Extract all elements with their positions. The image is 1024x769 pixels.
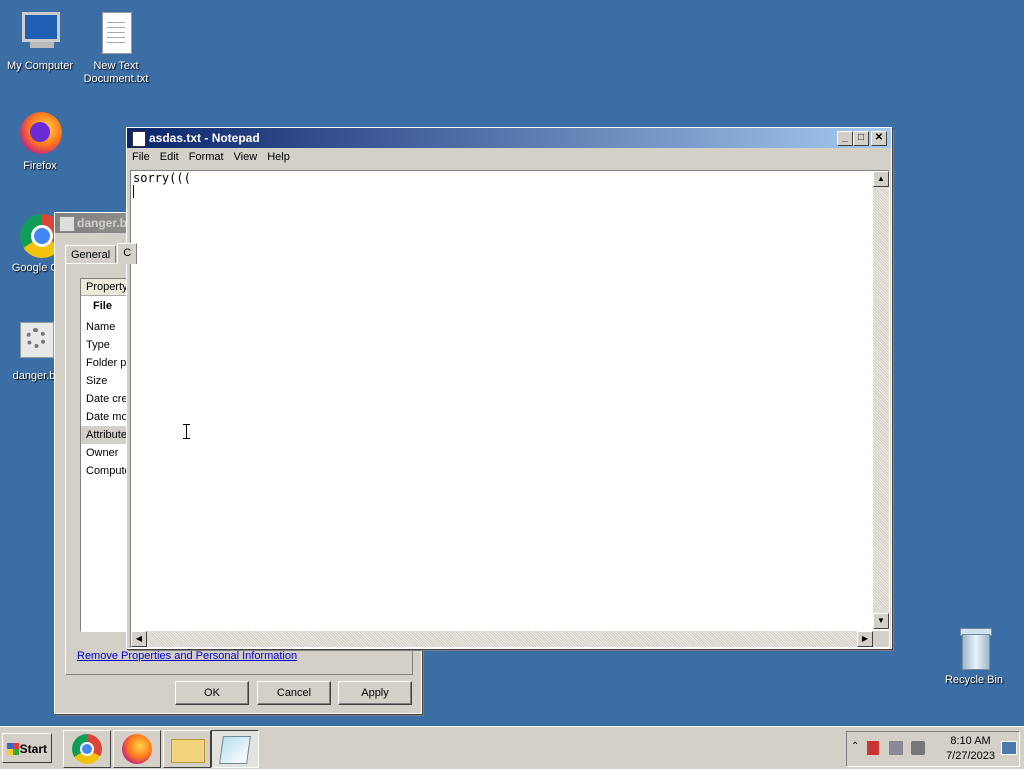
- action-center-flag-icon[interactable]: [867, 741, 879, 755]
- taskbar-explorer-button[interactable]: [163, 730, 211, 768]
- windows-logo-icon: [7, 743, 19, 755]
- network-icon[interactable]: [889, 741, 903, 755]
- system-tray: ⌃ 8:10 AM 7/27/2023: [846, 731, 1020, 767]
- close-button[interactable]: ✕: [871, 131, 887, 146]
- text-file-icon: [92, 10, 140, 58]
- horizontal-scrollbar[interactable]: ◀ ▶: [131, 631, 873, 647]
- notepad-title: asdas.txt - Notepad: [149, 131, 260, 145]
- taskbar-chrome-button[interactable]: [63, 730, 111, 768]
- desktop-icon-label: Recycle Bin: [944, 674, 1004, 686]
- scroll-right-arrow-icon[interactable]: ▶: [857, 631, 873, 647]
- properties-tabs: General C: [65, 243, 138, 264]
- maximize-button[interactable]: □: [853, 131, 869, 146]
- taskbar: Start ⌃ 8:10 AM 7/27/2023: [0, 726, 1024, 769]
- menu-format[interactable]: Format: [184, 148, 229, 167]
- folder-icon: [171, 739, 205, 763]
- menu-help[interactable]: Help: [262, 148, 295, 167]
- desktop-icon-new-text-document[interactable]: New Text Document.txt: [76, 10, 156, 86]
- menu-bar: File Edit Format View Help: [127, 148, 891, 167]
- desktop-icon-label: Firefox: [23, 160, 57, 172]
- menu-file[interactable]: File: [127, 148, 155, 167]
- chrome-icon: [72, 734, 102, 764]
- notepad-icon: [132, 131, 146, 147]
- menu-view[interactable]: View: [229, 148, 263, 167]
- text-caret: [133, 185, 134, 198]
- remove-properties-link[interactable]: Remove Properties and Personal Informati…: [77, 650, 297, 662]
- desktop-icon-my-computer[interactable]: My Computer: [0, 10, 80, 73]
- minimize-button[interactable]: _: [837, 131, 853, 146]
- scroll-left-arrow-icon[interactable]: ◀: [131, 631, 147, 647]
- notepad-window: asdas.txt - Notepad _ □ ✕ File Edit Format…: [126, 127, 892, 649]
- i-beam-cursor-icon: [183, 424, 190, 439]
- show-desktop-icon[interactable]: [1001, 741, 1017, 755]
- gear-file-icon: [59, 216, 75, 232]
- resize-grip-icon[interactable]: [873, 631, 889, 647]
- desktop-icon-label: My Computer: [6, 60, 74, 72]
- computer-icon: [16, 10, 64, 58]
- document-text: sorry(((: [133, 171, 191, 185]
- desktop-icon-label: New Text Document.txt: [83, 60, 149, 85]
- start-label: Start: [19, 742, 47, 756]
- clock-date: 7/27/2023: [946, 750, 995, 762]
- properties-dialog-title: danger.b: [77, 216, 128, 230]
- vertical-scrollbar[interactable]: ▲ ▼: [873, 171, 889, 629]
- volume-muted-icon[interactable]: [911, 741, 925, 755]
- notepad-icon: [219, 736, 251, 764]
- batch-file-gear-icon: [10, 320, 58, 368]
- tab-general[interactable]: General: [65, 245, 117, 264]
- menu-edit[interactable]: Edit: [155, 148, 184, 167]
- taskbar-notepad-button[interactable]: [211, 730, 259, 768]
- show-hidden-icons-chevron-icon[interactable]: ⌃: [851, 741, 859, 752]
- desktop-icon-recycle-bin[interactable]: Recycle Bin: [934, 624, 1014, 687]
- clock[interactable]: 8:10 AM 7/27/2023: [946, 734, 995, 764]
- firefox-icon: [122, 734, 152, 764]
- clock-time: 8:10 AM: [950, 735, 991, 747]
- desktop-icon-firefox[interactable]: Firefox: [0, 110, 80, 173]
- apply-button[interactable]: Apply: [338, 681, 412, 705]
- recycle-bin-icon: [950, 624, 998, 672]
- notepad-titlebar[interactable]: asdas.txt - Notepad _ □ ✕: [127, 128, 891, 148]
- ok-button[interactable]: OK: [175, 681, 249, 705]
- scroll-down-arrow-icon[interactable]: ▼: [873, 613, 889, 629]
- tab-details[interactable]: C: [117, 243, 138, 264]
- scroll-up-arrow-icon[interactable]: ▲: [873, 171, 889, 187]
- text-editor-area[interactable]: sorry((( ▲ ▼ ◀ ▶: [130, 170, 890, 648]
- firefox-icon: [16, 110, 64, 158]
- cancel-button[interactable]: Cancel: [257, 681, 331, 705]
- start-button[interactable]: Start: [2, 733, 52, 763]
- taskbar-firefox-button[interactable]: [113, 730, 161, 768]
